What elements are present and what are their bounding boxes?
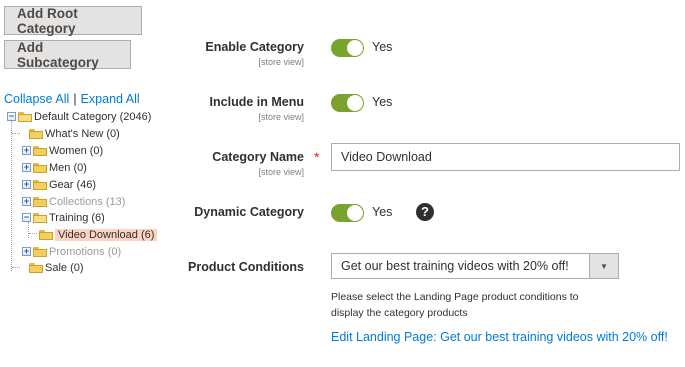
include-in-menu-scope: [store view] bbox=[258, 112, 304, 122]
folder-icon bbox=[33, 179, 47, 190]
enable-category-scope: [store view] bbox=[258, 57, 304, 67]
expand-toggle-icon[interactable]: + bbox=[22, 163, 31, 172]
toggle-knob bbox=[347, 95, 363, 111]
category-name-label: Category Name bbox=[212, 150, 304, 164]
tree-node-men[interactable]: + Men (0) bbox=[22, 159, 87, 176]
tree-connector bbox=[29, 233, 37, 234]
product-conditions-note: Please select the Landing Page product c… bbox=[331, 291, 579, 319]
tree-connector bbox=[11, 121, 12, 271]
folder-icon bbox=[29, 128, 43, 139]
tree-node-women[interactable]: + Women (0) bbox=[22, 142, 103, 159]
tree-node-video-download[interactable]: Video Download (6) bbox=[39, 226, 158, 243]
tree-node-label: Sale (0) bbox=[45, 261, 84, 274]
expand-toggle-icon[interactable]: + bbox=[22, 180, 31, 189]
tree-node-label: Training (6) bbox=[49, 211, 105, 224]
tree-node-label: Women (0) bbox=[49, 144, 104, 157]
tree-node-label: Collections (13) bbox=[49, 195, 126, 208]
product-conditions-selected: Get our best training videos with 20% of… bbox=[341, 259, 569, 273]
folder-icon bbox=[33, 145, 47, 156]
folder-open-icon bbox=[18, 111, 32, 122]
enable-category-toggle[interactable] bbox=[331, 39, 364, 57]
collapse-all-link[interactable]: Collapse All bbox=[4, 92, 69, 106]
toggle-knob bbox=[347, 205, 363, 221]
include-in-menu-toggle[interactable] bbox=[331, 94, 364, 112]
include-in-menu-value: Yes bbox=[372, 95, 393, 109]
chevron-down-icon[interactable]: ▼ bbox=[589, 254, 618, 278]
dynamic-category-toggle[interactable] bbox=[331, 204, 364, 222]
required-asterisk: * bbox=[314, 149, 320, 165]
folder-icon bbox=[33, 196, 47, 207]
help-icon[interactable]: ? bbox=[416, 203, 434, 221]
folder-icon bbox=[33, 246, 47, 257]
collapse-toggle-icon[interactable]: − bbox=[22, 213, 31, 222]
include-in-menu-label: Include in Menu bbox=[209, 95, 304, 109]
toggle-knob bbox=[347, 40, 363, 56]
enable-category-label: Enable Category bbox=[205, 40, 304, 54]
add-subcategory-button[interactable]: Add Subcategory bbox=[4, 40, 131, 70]
add-root-category-button[interactable]: Add Root Category bbox=[4, 6, 142, 36]
tree-links-separator: | bbox=[73, 92, 77, 106]
edit-landing-page-link[interactable]: Edit Landing Page: Get our best training… bbox=[331, 330, 668, 344]
tree-controls: Collapse All | Expand All bbox=[4, 92, 140, 106]
expand-toggle-icon[interactable]: + bbox=[22, 146, 31, 155]
tree-node-label: Gear (46) bbox=[49, 178, 97, 191]
dynamic-category-value: Yes bbox=[372, 205, 393, 219]
tree-node-whats-new[interactable]: What's New (0) bbox=[18, 125, 120, 142]
category-name-input[interactable] bbox=[331, 143, 680, 171]
expand-toggle-icon[interactable]: + bbox=[22, 197, 31, 206]
tree-node-sale[interactable]: Sale (0) bbox=[18, 259, 84, 276]
enable-category-value: Yes bbox=[372, 40, 393, 54]
folder-icon bbox=[29, 262, 43, 273]
tree-node-label-selected: Video Download (6) bbox=[55, 228, 158, 241]
category-name-scope: [store view] bbox=[258, 167, 304, 177]
collapse-toggle-icon[interactable]: − bbox=[7, 112, 16, 121]
tree-node-label: What's New (0) bbox=[45, 127, 120, 140]
product-conditions-select[interactable]: Get our best training videos with 20% of… bbox=[331, 253, 619, 279]
expand-all-link[interactable]: Expand All bbox=[81, 92, 140, 106]
product-conditions-label: Product Conditions bbox=[188, 260, 304, 274]
tree-node-label: Default Category (2046) bbox=[34, 110, 152, 123]
tree-node-collections[interactable]: + Collections (13) bbox=[22, 193, 125, 210]
folder-icon bbox=[39, 229, 53, 240]
tree-node-label: Men (0) bbox=[49, 161, 87, 174]
expand-toggle-icon[interactable]: + bbox=[22, 247, 31, 256]
folder-open-icon bbox=[33, 212, 47, 223]
tree-node-label: Promotions (0) bbox=[49, 245, 122, 258]
folder-icon bbox=[33, 162, 47, 173]
tree-node-root[interactable]: − Default Category (2046) bbox=[7, 108, 151, 125]
tree-node-promotions[interactable]: + Promotions (0) bbox=[22, 243, 121, 260]
tree-node-gear[interactable]: + Gear (46) bbox=[22, 176, 96, 193]
tree-node-training[interactable]: − Training (6) bbox=[22, 209, 105, 226]
dynamic-category-label: Dynamic Category bbox=[194, 205, 304, 219]
